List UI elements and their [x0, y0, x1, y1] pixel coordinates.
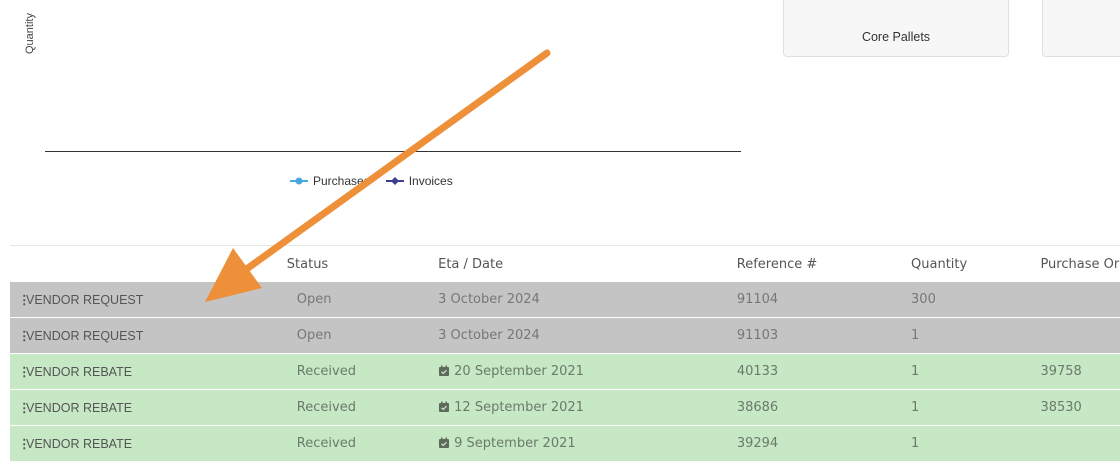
legend-label-purchases: Purchases: [313, 174, 370, 188]
row-quantity-text: 1: [911, 364, 920, 379]
table-header: Status Eta / Date Reference # Quantity P…: [10, 245, 1120, 282]
row-reference: 38686: [737, 400, 911, 415]
row-quantity: 1: [911, 364, 1040, 379]
row-status: Received: [287, 400, 438, 415]
table-row[interactable]: ⋮VENDOR REQUEST Open 3 October 2024 91104 30…: [10, 282, 1120, 318]
core-pallets-card[interactable]: Core Pallets: [783, 0, 1009, 57]
chart-area: Quantity Purchases Invoices: [0, 0, 760, 245]
row-date-text: 3 October 2024: [438, 328, 540, 343]
row-purchase-order-text: 38530: [1040, 400, 1082, 415]
row-quantity: 1: [911, 328, 1040, 343]
row-type-label: VENDOR REBATE: [26, 437, 133, 451]
row-type[interactable]: ⋮VENDOR REBATE: [10, 364, 287, 379]
row-quantity-text: 300: [911, 292, 936, 307]
row-status-text: Open: [296, 292, 332, 307]
row-quantity: 1: [911, 436, 1040, 451]
row-type[interactable]: ⋮VENDOR REBATE: [10, 436, 287, 451]
row-reference-text: 40133: [736, 364, 779, 379]
row-status: Received: [287, 364, 438, 379]
row-quantity: 1: [911, 400, 1040, 415]
chart-legend: Purchases Invoices: [290, 174, 453, 188]
calendar-check-icon: [439, 401, 450, 412]
row-type[interactable]: ⋮VENDOR REBATE: [10, 400, 287, 415]
row-status: Open: [287, 328, 438, 343]
row-type[interactable]: ⋮VENDOR REQUEST: [10, 328, 287, 343]
row-status-text: Received: [296, 364, 356, 379]
row-type-label: VENDOR REQUEST: [26, 329, 144, 343]
drag-handle-icon[interactable]: ⋮: [18, 292, 31, 307]
column-header-date[interactable]: Eta / Date: [438, 257, 737, 272]
row-purchase-order: 38530: [1040, 400, 1120, 415]
calendar-check-icon: [439, 437, 450, 448]
invoices-legend-marker-icon: [385, 177, 404, 185]
column-header-purchase-order[interactable]: Purchase Or: [1040, 257, 1120, 272]
row-type[interactable]: ⋮VENDOR REQUEST: [10, 292, 287, 307]
orders-table: Status Eta / Date Reference # Quantity P…: [10, 245, 1120, 462]
column-header-reference[interactable]: Reference #: [737, 257, 911, 272]
column-header-quantity[interactable]: Quantity: [911, 257, 1040, 272]
drag-handle-icon[interactable]: ⋮: [18, 436, 31, 451]
row-quantity-text: 1: [911, 436, 920, 451]
row-quantity: 300: [911, 292, 1040, 307]
table-row[interactable]: ⋮VENDOR REQUEST Open 3 October 2024 91103 1: [10, 318, 1120, 354]
legend-label-invoices: Invoices: [408, 174, 453, 188]
row-purchase-order: 39758: [1040, 364, 1120, 379]
row-type-label: VENDOR REQUEST: [26, 293, 144, 307]
row-quantity-text: 1: [911, 400, 920, 415]
legend-item-invoices[interactable]: Invoices: [385, 174, 453, 188]
row-reference-text: 39294: [736, 436, 779, 451]
row-date-text: 12 September 2021: [454, 400, 584, 415]
row-purchase-order-text: 39758: [1040, 364, 1082, 379]
row-quantity-text: 1: [911, 328, 920, 343]
table-row[interactable]: ⋮VENDOR REBATE Received 9 September 2021 39…: [10, 426, 1120, 462]
row-status: Received: [287, 436, 438, 451]
x-axis-line: [45, 151, 741, 152]
row-date: 3 October 2024: [438, 292, 737, 307]
drag-handle-icon[interactable]: ⋮: [18, 364, 31, 379]
table-row[interactable]: ⋮VENDOR REBATE Received 12 September 2021 3…: [10, 390, 1120, 426]
row-reference-text: 38686: [736, 400, 779, 415]
card-label: Core Pallets: [861, 30, 931, 44]
purchases-legend-marker-icon: [290, 177, 308, 185]
row-reference: 91104: [737, 292, 911, 307]
row-status-text: Received: [296, 400, 356, 415]
column-header-status[interactable]: Status: [287, 257, 438, 272]
drag-handle-icon[interactable]: ⋮: [18, 328, 31, 343]
row-type-label: VENDOR REBATE: [26, 401, 133, 415]
calendar-check-icon: [439, 365, 450, 376]
row-date-text: 3 October 2024: [438, 292, 540, 307]
y-axis-label: Quantity: [24, 13, 36, 54]
row-type-label: VENDOR REBATE: [26, 365, 133, 379]
secondary-card[interactable]: [1042, 0, 1120, 57]
drag-handle-icon[interactable]: ⋮: [18, 400, 31, 415]
row-date-text: 20 September 2021: [454, 364, 584, 379]
row-status: Open: [287, 292, 438, 307]
legend-item-purchases[interactable]: Purchases: [290, 174, 370, 188]
row-date: 9 September 2021: [438, 436, 737, 451]
row-status-text: Open: [296, 328, 332, 343]
table-row[interactable]: ⋮VENDOR REBATE Received 20 September 2021 4…: [10, 354, 1120, 390]
row-date-text: 9 September 2021: [454, 436, 576, 451]
row-date: 12 September 2021: [438, 400, 737, 415]
row-reference-text: 91103: [736, 328, 779, 343]
row-reference: 40133: [737, 364, 911, 379]
row-date: 20 September 2021: [438, 364, 737, 379]
row-reference: 91103: [737, 328, 911, 343]
row-date: 3 October 2024: [438, 328, 737, 343]
row-reference: 39294: [737, 436, 911, 451]
row-status-text: Received: [296, 436, 356, 451]
row-reference-text: 91104: [736, 292, 779, 307]
